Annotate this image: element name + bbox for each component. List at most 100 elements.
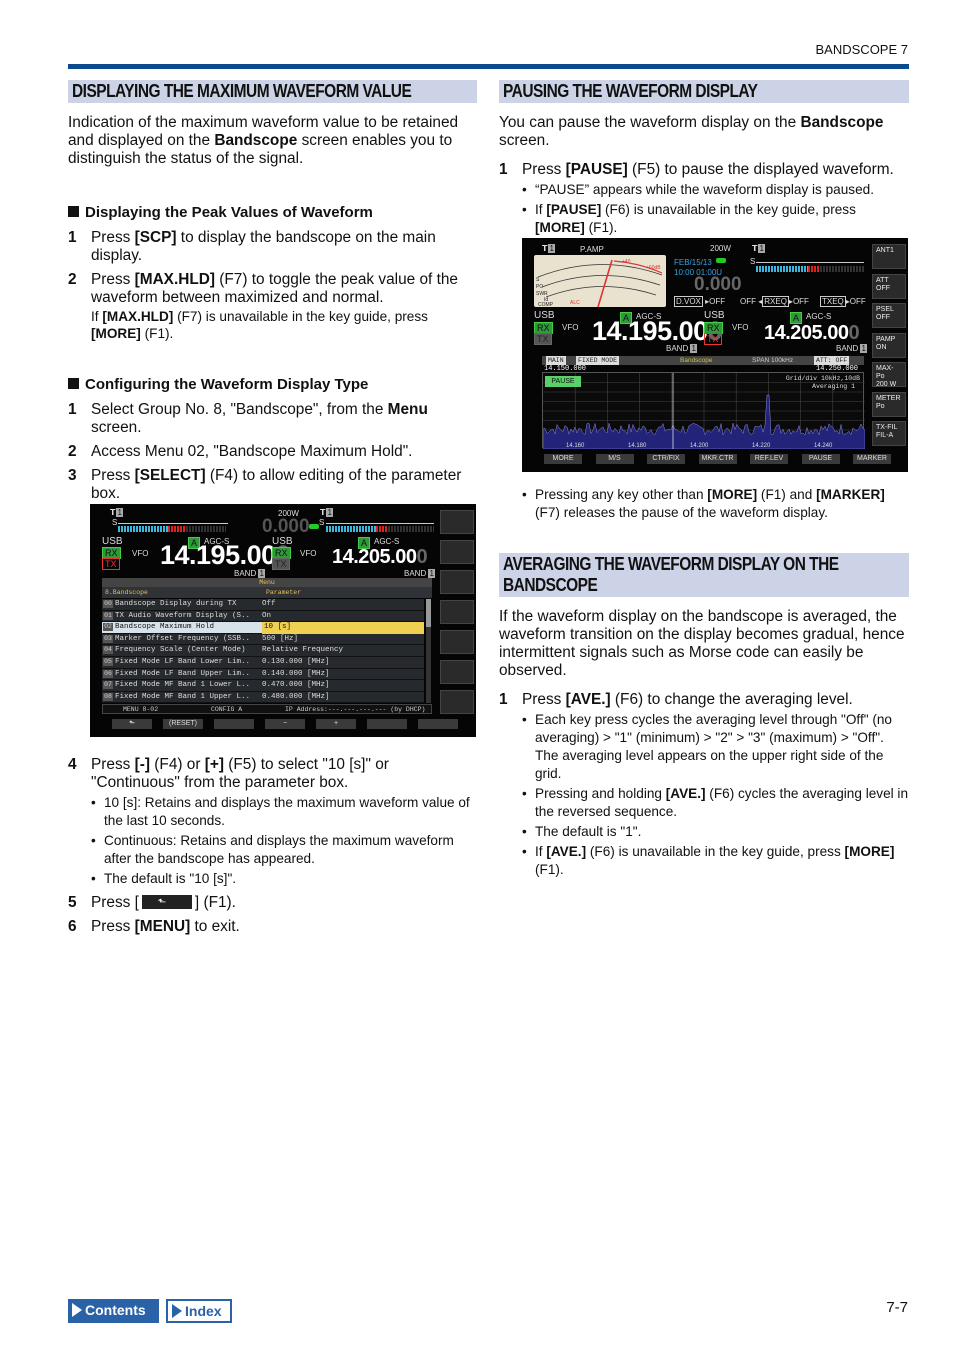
antenna-icon: 𝗧1 <box>542 244 555 253</box>
menu-row[interactable]: 03 Marker Offset Frequency (SSB.. 500 [Hz] <box>102 633 424 646</box>
function-key-f1[interactable]: MORE <box>544 454 582 464</box>
arrow-right-icon <box>72 1303 82 1317</box>
bullet: • “PAUSE” appears while the waveform disp… <box>522 182 874 197</box>
side-key[interactable]: PSEL OFF <box>872 303 906 328</box>
vfo-label-b: VFO <box>732 323 749 332</box>
antenna-icon: 𝗧1 <box>110 508 123 517</box>
svg-text:COMP: COMP <box>538 302 554 307</box>
menu-row-number: 04 <box>103 646 113 655</box>
frequency-b: 14.205.000 <box>332 546 428 568</box>
center-readout: 0.000 <box>262 516 310 537</box>
bullet: • Each key press cycles the averaging lev… <box>522 712 892 781</box>
function-key-f5[interactable]: REF.LEV <box>750 454 788 464</box>
function-key-f3[interactable] <box>214 719 254 729</box>
date-readout: FEB/15/13 <box>674 258 712 267</box>
menu-row[interactable]: 07 Fixed Mode MF Band 1 Lower L.. 0.470.0… <box>102 680 424 692</box>
grid-readout: Grid/div 10kHz,10dB <box>785 375 860 382</box>
vfo-label-a: VFO <box>562 323 579 332</box>
step-5: 5 Press [⬑] (F1). <box>68 894 236 911</box>
side-key[interactable] <box>440 630 474 654</box>
band-a: BAND 1 <box>234 569 265 578</box>
menu-row[interactable]: 00 Bandscope Display during TX Off <box>102 599 424 611</box>
tx-badge-b: TX <box>272 558 290 570</box>
side-key[interactable] <box>440 600 474 624</box>
vfo-label-b: VFO <box>300 549 317 558</box>
function-key-f4[interactable]: − <box>265 719 305 729</box>
txeq-status: TXEQ ▸OFF <box>820 296 866 307</box>
antenna-icon: 𝗧1 <box>752 244 765 253</box>
section-title-averaging: AVERAGING THE WAVEFORM DISPLAY ON THE BAN… <box>499 553 909 597</box>
menu-row-number: 01 <box>103 611 113 620</box>
function-key-f3[interactable]: CTR/FIX <box>647 454 685 464</box>
menu-row-label: TX Audio Waveform Display (S.. <box>115 611 251 620</box>
menu-row[interactable]: 02 Bandscope Maximum Hold 10 [s] <box>102 622 424 634</box>
function-key-f6[interactable]: PAUSE <box>801 454 840 464</box>
side-key[interactable]: MAX-Po 200 W <box>872 362 906 388</box>
menu-row-number: 05 <box>103 658 113 666</box>
function-key-f2[interactable]: M/S <box>595 454 634 464</box>
svg-text:PO: PO <box>536 284 543 290</box>
contents-link[interactable]: Contents <box>68 1299 159 1323</box>
scrollbar-thumb[interactable] <box>426 599 431 627</box>
bullet: • Pressing any key other than [MORE] (F1)… <box>522 487 885 520</box>
side-key[interactable]: PAMP ON <box>872 332 906 358</box>
step-3: 3 Press [SELECT] (F4) to allow editing of… <box>68 467 462 502</box>
frequency-tick-label: 14.240 <box>814 443 833 449</box>
menu-row-label: Bandscope Display during TX <box>115 600 237 608</box>
mode-a: USB <box>102 536 123 547</box>
side-key[interactable] <box>440 570 474 594</box>
back-icon: ⬑ <box>129 720 135 727</box>
index-link[interactable]: Index <box>166 1299 232 1323</box>
menu-row-label: Fixed Mode LF Band Upper Lim.. <box>115 669 251 678</box>
menu-row[interactable]: 08 Fixed Mode MF Band 1 Upper L.. 0.480.0… <box>102 691 424 704</box>
step-1: 1 Select Group No. 8, "Bandscope", from t… <box>68 401 428 436</box>
menu-row-label: Fixed Mode LF Band Lower Lim.. <box>115 658 251 666</box>
bullet: • The default is "10 [s]". <box>91 871 237 886</box>
bullet: • If [PAUSE] (F6) is unavailable in the k… <box>522 202 856 235</box>
function-key-f4[interactable]: MKR.CTR <box>698 454 737 464</box>
menu-row[interactable]: 04 Frequency Scale (Center Mode) Relative … <box>102 645 424 657</box>
function-key-f6[interactable] <box>367 719 407 729</box>
mode-b: USB <box>272 536 293 547</box>
analog-meter: S PO SWR Id COMP +40 +60dB ALC <box>534 255 666 307</box>
menu-screenshot: 𝗧1 S 200W 0.000 𝗧1 S USB RX TX VFO A AGC… <box>90 504 476 737</box>
function-key-f7[interactable] <box>418 719 458 729</box>
bandscope-plot[interactable]: PAUSE Grid/div 10kHz,10dB Averaging 1 <box>542 372 866 450</box>
subsection-peak-values: Displaying the Peak Values of Waveform <box>68 204 477 221</box>
menu-row[interactable]: 05 Fixed Mode LF Band Lower Lim.. 0.130.0… <box>102 657 424 669</box>
function-key-f2[interactable]: (RESET) <box>163 719 203 729</box>
header-rule <box>68 64 909 69</box>
band-b: BAND 1 <box>404 569 435 578</box>
side-key[interactable] <box>440 660 474 684</box>
s-meter-label: S <box>112 518 118 527</box>
frequency-b: 14.205.000 <box>764 322 860 344</box>
right-column: PAUSING THE WAVEFORM DISPLAY You can pau… <box>499 80 909 877</box>
pamp-label: P.AMP <box>580 245 604 254</box>
pause-badge: PAUSE <box>545 376 581 387</box>
side-key[interactable]: TX-FIL FIL-A <box>872 421 906 446</box>
tx-indicator <box>309 524 319 529</box>
side-key[interactable] <box>440 510 474 534</box>
step-1: 1 Press [SCP] to display the bandscope on… <box>68 229 436 264</box>
rxeq-status: OFF ◂ RXEQ ▸OFF <box>740 296 809 307</box>
status-bar: MENU 8-02 CONFIG A IP Address:---.---.--… <box>102 704 432 714</box>
menu-row-number: 00 <box>103 600 113 608</box>
bullet: • 10 [s]: Retains and displays the maximu… <box>91 795 470 828</box>
mode-a: USB <box>534 310 555 321</box>
side-key[interactable]: METER Po <box>872 391 906 417</box>
menu-scrollbar[interactable] <box>426 599 431 703</box>
side-key[interactable] <box>440 690 474 714</box>
menu-row[interactable]: 06 Fixed Mode LF Band Upper Lim.. 0.140.0… <box>102 668 424 681</box>
menu-row[interactable]: 01 TX Audio Waveform Display (S.. On <box>102 610 424 623</box>
step-1: 1 Press [PAUSE] (F5) to pause the display… <box>499 161 894 178</box>
tx-badge-b: TX <box>704 333 722 345</box>
function-key-f7[interactable]: MARKER <box>853 454 891 464</box>
function-key-f5[interactable]: + <box>316 719 356 729</box>
side-key[interactable] <box>440 540 474 564</box>
side-key[interactable]: ANT1 <box>872 244 906 269</box>
pause-intro: You can pause the waveform display on th… <box>499 114 884 149</box>
function-key-f1[interactable]: ⬑ <box>112 719 152 729</box>
step-2: 2 Press [MAX.HLD] (F7) to toggle the peak… <box>68 271 477 342</box>
side-key[interactable]: ATT OFF <box>872 273 906 299</box>
chapter-label: BANDSCOPE 7 <box>815 42 908 57</box>
